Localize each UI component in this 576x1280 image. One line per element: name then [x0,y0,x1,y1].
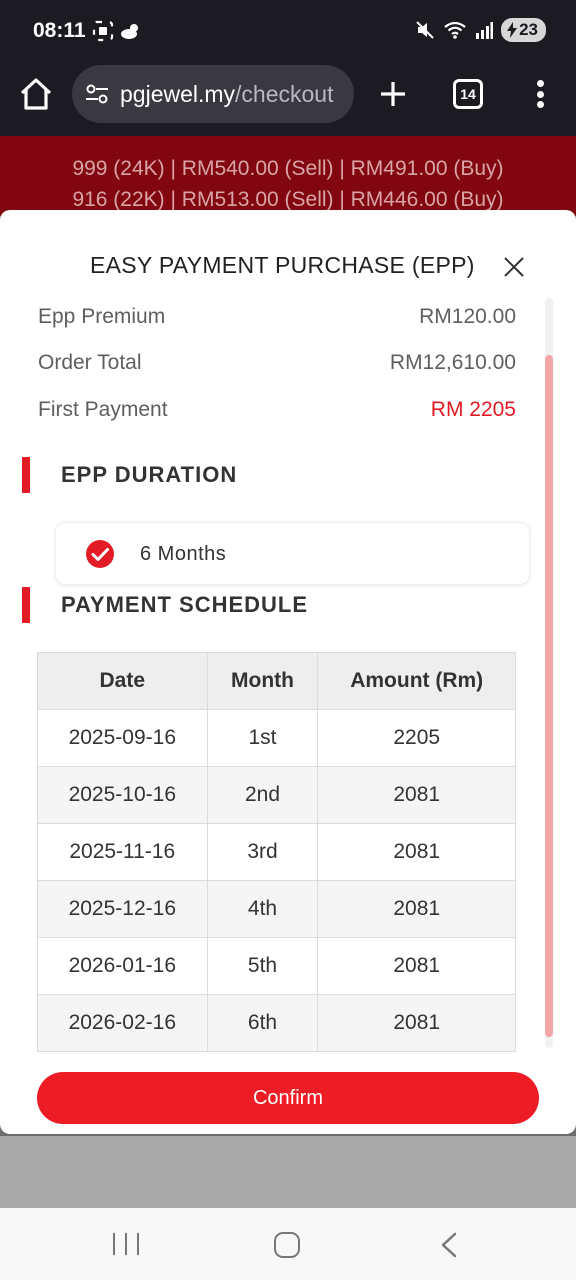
payment-schedule-heading: PAYMENT SCHEDULE [61,592,309,617]
cell-month: 1st [206,709,319,767]
table-row: 2025-10-16 2nd 2081 [37,766,516,824]
site-settings-icon[interactable] [84,81,110,107]
tab-switcher-button[interactable]: 14 [453,79,483,109]
summary-row-epp-premium: Epp Premium RM120.00 [38,305,516,335]
back-icon[interactable] [438,1232,460,1258]
modal-scrollbar-thumb[interactable] [545,355,553,1037]
status-notification-icons [92,20,142,42]
cell-month: 3rd [206,823,319,881]
section-marker [22,457,30,493]
summary-label: First Payment [38,398,168,421]
cell-month: 5th [206,937,319,995]
url-host: pgjewel.my [120,80,236,107]
table-row: 2026-02-16 6th 2081 [37,994,516,1052]
column-header-month: Month [206,652,319,710]
payment-schedule-table: Date Month Amount (Rm) 2025-09-16 1st 22… [37,652,516,1052]
charging-icon [507,22,518,38]
table-row: 2025-11-16 3rd 2081 [37,823,516,881]
screenshot-icon [92,20,114,42]
confirm-button[interactable]: Confirm [37,1072,539,1124]
cell-amount: 2081 [317,937,516,995]
address-bar[interactable]: pgjewel.my/checkout [72,65,354,123]
status-system-icons: 23 [415,18,546,42]
table-row: 2025-12-16 4th 2081 [37,880,516,938]
cell-amount: 2081 [317,994,516,1052]
gold-price-banner: 999 (24K) | RM540.00 (Sell) | RM491.00 (… [0,136,576,216]
duration-option-label: 6 Months [140,543,227,565]
table-header-row: Date Month Amount (Rm) [37,652,516,710]
epp-modal: EASY PAYMENT PURCHASE (EPP) Epp Premium … [0,210,576,1134]
summary-value: RM12,610.00 [389,351,516,374]
check-circle-icon [86,540,114,568]
cell-amount: 2081 [317,880,516,938]
duration-option-6-months[interactable]: 6 Months [55,522,530,585]
cell-date: 2025-12-16 [37,880,208,938]
url-text[interactable]: pgjewel.my/checkout [120,81,334,108]
weather-icon [121,24,138,39]
column-header-amount: Amount (Rm) [317,652,516,710]
cell-date: 2025-10-16 [37,766,208,824]
wifi-icon [444,21,466,39]
cell-date: 2025-11-16 [37,823,208,881]
cell-date: 2025-09-16 [37,709,208,767]
cell-date: 2026-02-16 [37,994,208,1052]
cell-amount: 2081 [317,766,516,824]
home-nav-icon[interactable] [274,1232,300,1258]
cell-amount: 2205 [317,709,516,767]
section-marker [22,587,30,623]
summary-label: Epp Premium [38,305,166,328]
table-row: 2026-01-16 5th 2081 [37,937,516,995]
summary-row-first-payment: First Payment RM 2205 [38,398,516,428]
epp-duration-heading: EPP DURATION [61,462,238,487]
summary-value: RM120.00 [419,305,516,328]
url-path: /checkout [235,80,334,107]
summary-label: Order Total [38,351,142,374]
system-navigation-bar [0,1208,576,1280]
close-icon[interactable] [503,256,525,278]
cell-month: 4th [206,880,319,938]
new-tab-icon[interactable] [376,77,410,111]
summary-value-first-payment: RM 2205 [430,398,516,421]
status-bar: 08:11 23 [0,0,576,62]
battery-indicator: 23 [501,18,546,42]
cell-month: 6th [206,994,319,1052]
cell-date: 2026-01-16 [37,937,208,995]
gold-price-line-24k: 999 (24K) | RM540.00 (Sell) | RM491.00 (… [72,157,504,180]
home-icon[interactable] [18,76,54,112]
mute-icon [416,21,434,39]
recents-icon[interactable] [113,1233,139,1255]
cell-amount: 2081 [317,823,516,881]
overflow-menu-icon[interactable] [530,76,550,112]
browser-toolbar: pgjewel.my/checkout 14 [0,62,576,136]
signal-icon [476,22,494,39]
battery-level: 23 [519,20,538,39]
page-backdrop-bottom [0,1136,576,1208]
modal-title: EASY PAYMENT PURCHASE (EPP) [90,252,475,278]
summary-row-order-total: Order Total RM12,610.00 [38,351,516,381]
table-row: 2025-09-16 1st 2205 [37,709,516,767]
status-time: 08:11 [33,19,86,42]
column-header-date: Date [37,652,208,710]
cell-month: 2nd [206,766,319,824]
